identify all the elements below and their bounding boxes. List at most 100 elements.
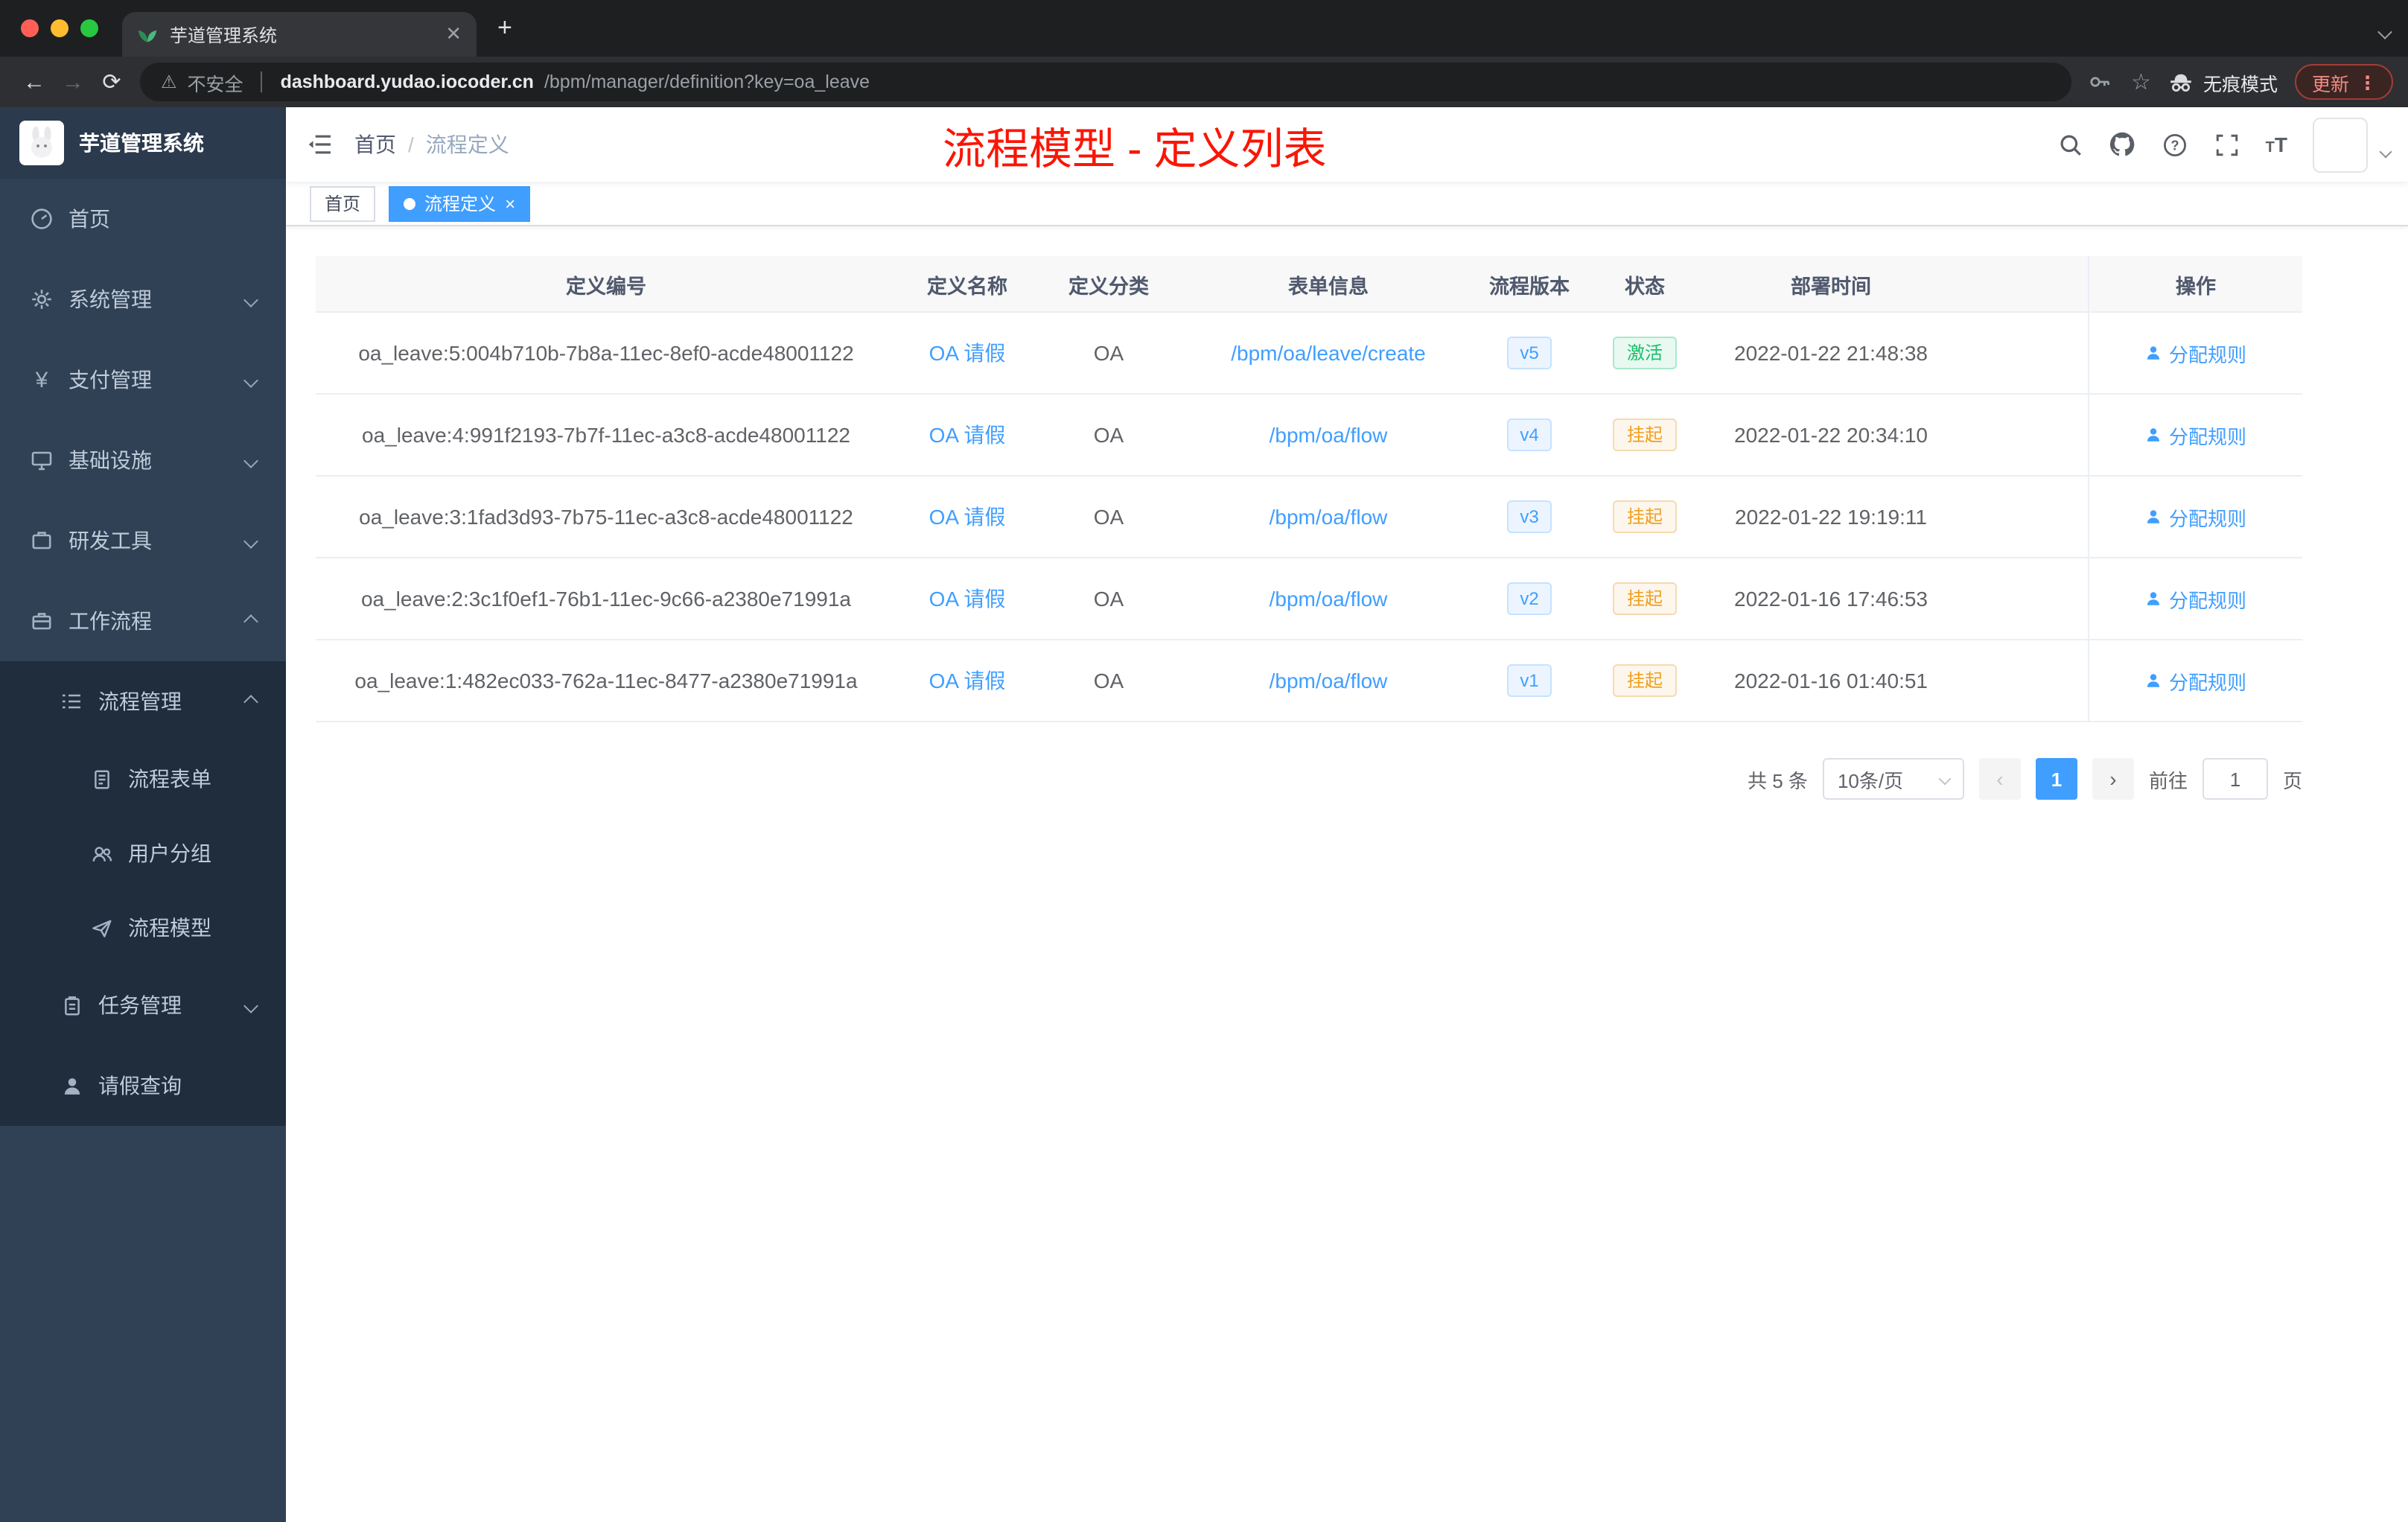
form-link[interactable]: /bpm/oa/flow [1270, 587, 1388, 611]
column-header-spacer [1954, 256, 2088, 311]
assign-rule-button[interactable]: 分配规则 [2145, 503, 2246, 531]
update-button[interactable]: 更新 ⋮ [2295, 64, 2393, 100]
bookmark-star-icon[interactable]: ☆ [2131, 69, 2151, 95]
fullscreen-icon[interactable] [2214, 131, 2240, 158]
sidebar-item-system[interactable]: 系统管理 [0, 259, 286, 340]
breadcrumb-home[interactable]: 首页 [354, 130, 396, 159]
page-size-select[interactable]: 10条/页 [1822, 758, 1964, 800]
table-row: oa_leave:5:004b710b-7b8a-11ec-8ef0-acde4… [316, 313, 2302, 395]
new-tab-button[interactable]: + [497, 13, 512, 43]
page-number-button[interactable]: 1 [2035, 758, 2077, 800]
sidebar-item-home[interactable]: 首页 [0, 179, 286, 259]
chevron-down-icon [1938, 772, 1952, 786]
definition-category: OA [1093, 669, 1124, 692]
sidebar-item-label: 系统管理 [69, 287, 152, 311]
tab-search-icon[interactable] [2377, 18, 2392, 42]
tag-home[interactable]: 首页 [310, 185, 376, 221]
sidebar-item-process-management[interactable]: 流程管理 [0, 661, 286, 742]
tab-close-icon[interactable]: ✕ [445, 22, 462, 46]
chevron-up-icon [243, 694, 258, 709]
tag-process-definition[interactable]: 流程定义 × [389, 185, 531, 221]
document-icon [89, 767, 113, 791]
definition-name-link[interactable]: OA 请假 [929, 584, 1006, 614]
assign-rule-button[interactable]: 分配规则 [2145, 585, 2246, 613]
version-tag: v1 [1506, 664, 1552, 697]
version-tag: v5 [1506, 337, 1552, 369]
status-badge: 挂起 [1613, 664, 1676, 697]
sidebar: 芋道管理系统 首页 系统管理 ¥ 支付管理 基础设施 研发工具 工作流程 流程管… [0, 107, 286, 1522]
form-link[interactable]: /bpm/oa/flow [1270, 423, 1388, 447]
sidebar-item-payment[interactable]: ¥ 支付管理 [0, 340, 286, 420]
column-header: 操作 [2088, 256, 2302, 311]
prev-page-button[interactable]: ‹ [1978, 758, 2021, 800]
font-size-icon[interactable]: TT [2266, 133, 2287, 156]
definition-name-link[interactable]: OA 请假 [929, 502, 1006, 532]
back-button[interactable]: ← [15, 63, 54, 101]
sidebar-item-process-form[interactable]: 流程表单 [0, 742, 286, 816]
browser-menu-icon[interactable]: ⋮ [2358, 71, 2377, 93]
definition-id: oa_leave:5:004b710b-7b8a-11ec-8ef0-acde4… [358, 341, 854, 365]
version-tag: v3 [1506, 500, 1552, 533]
definition-category: OA [1093, 587, 1124, 611]
sidebar-item-devtools[interactable]: 研发工具 [0, 500, 286, 581]
sidebar-item-label: 支付管理 [69, 368, 152, 392]
status-badge: 挂起 [1613, 418, 1676, 451]
github-icon[interactable] [2109, 131, 2136, 158]
tag-close-icon[interactable]: × [505, 194, 515, 212]
sidebar-toggle-icon[interactable] [286, 107, 354, 182]
toolbar-right: ☆ 无痕模式 更新 ⋮ [2086, 64, 2393, 100]
definition-name-link[interactable]: OA 请假 [929, 338, 1006, 368]
person-icon [2147, 510, 2161, 523]
person-icon [2147, 346, 2161, 360]
omnibox-divider [261, 71, 263, 92]
sidebar-item-label: 请假查询 [98, 1074, 182, 1098]
address-bar[interactable]: ⚠ 不安全 dashboard.yudao.iocoder.cn/bpm/man… [140, 63, 2072, 101]
sidebar-item-label: 基础设施 [69, 448, 152, 472]
window-close-button[interactable] [21, 19, 39, 37]
chevron-down-icon [243, 292, 258, 307]
definition-name-link[interactable]: OA 请假 [929, 420, 1006, 450]
user-avatar[interactable] [2313, 117, 2368, 172]
browser-tab[interactable]: 芋道管理系统 ✕ [122, 12, 477, 57]
clipboard-icon [60, 993, 83, 1017]
sidebar-item-task-management[interactable]: 任务管理 [0, 965, 286, 1045]
form-link[interactable]: /bpm/oa/flow [1270, 505, 1388, 529]
reload-button[interactable]: ⟳ [92, 63, 131, 101]
assign-rule-button[interactable]: 分配规则 [2145, 666, 2246, 695]
sidebar-item-workflow[interactable]: 工作流程 [0, 581, 286, 661]
form-link[interactable]: /bpm/oa/flow [1270, 669, 1388, 692]
form-link[interactable]: /bpm/oa/leave/create [1231, 341, 1426, 365]
definition-name-link[interactable]: OA 请假 [929, 666, 1006, 695]
definition-category: OA [1093, 423, 1124, 447]
table-row: oa_leave:1:482ec033-762a-11ec-8477-a2380… [316, 640, 2302, 722]
sidebar-logo[interactable]: 芋道管理系统 [0, 107, 286, 179]
monitor-icon [30, 448, 54, 472]
definition-table: 定义编号 定义名称 定义分类 表单信息 流程版本 状态 部署时间 操作 oa_l… [316, 256, 2302, 722]
chevron-down-icon [243, 533, 258, 548]
window-zoom-button[interactable] [80, 19, 98, 37]
url-host: dashboard.yudao.iocoder.cn [280, 71, 534, 92]
assign-rule-button[interactable]: 分配规则 [2145, 339, 2246, 367]
page-goto-input[interactable] [2202, 758, 2268, 800]
sidebar-item-leave-query[interactable]: 请假查询 [0, 1045, 286, 1126]
window-minimize-button[interactable] [51, 19, 69, 37]
assign-rule-button[interactable]: 分配规则 [2145, 421, 2246, 449]
list-icon [60, 690, 83, 713]
breadcrumb-separator: / [408, 133, 414, 156]
sidebar-item-user-group[interactable]: 用户分组 [0, 816, 286, 891]
column-header: 定义分类 [1068, 275, 1149, 297]
next-page-button[interactable]: › [2092, 758, 2134, 800]
help-icon[interactable]: ? [2162, 131, 2188, 158]
header-actions: ? TT [2057, 117, 2408, 172]
password-key-icon[interactable] [2086, 69, 2113, 95]
sidebar-item-label: 首页 [69, 207, 110, 231]
forward-button[interactable]: → [54, 63, 92, 101]
dashboard-icon [30, 207, 54, 231]
sidebar-item-infrastructure[interactable]: 基础设施 [0, 420, 286, 500]
definition-category: OA [1093, 505, 1124, 529]
column-header: 状态 [1625, 275, 1665, 297]
tab-title: 芋道管理系统 [170, 25, 278, 45]
avatar-dropdown-icon[interactable] [2379, 136, 2392, 160]
sidebar-item-process-model[interactable]: 流程模型 [0, 891, 286, 965]
search-icon[interactable] [2057, 131, 2084, 158]
